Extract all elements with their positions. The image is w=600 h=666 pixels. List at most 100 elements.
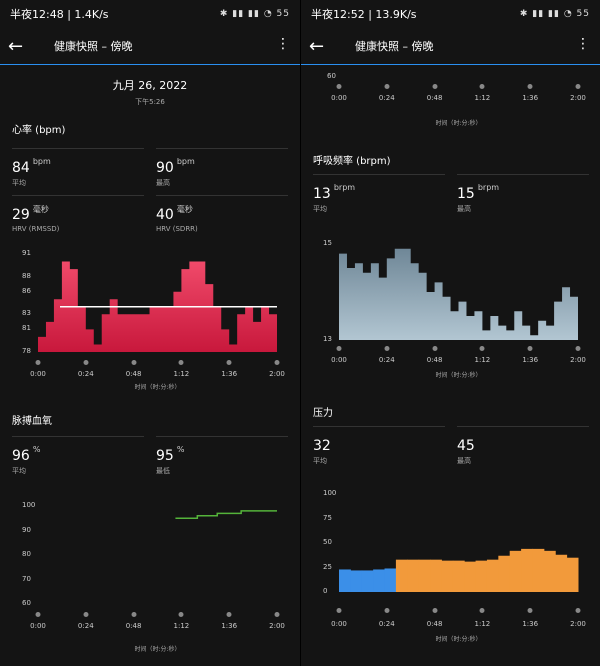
- x-tick-label: 0:48: [125, 622, 142, 630]
- y-tick-label: 100: [323, 489, 337, 497]
- stress-bar: [407, 559, 420, 592]
- stress-bar: [373, 569, 386, 592]
- x-tick-dot: [336, 346, 342, 351]
- x-tick-label: 1:36: [522, 356, 539, 364]
- heart-rate-title: 心率 (bpm): [12, 125, 66, 136]
- back-arrow-icon[interactable]: ←: [309, 36, 339, 57]
- spo2-line: [175, 510, 277, 519]
- scrolled-chart-axis: 60 0:00 0:24 0:48 1:12 1:36 2:00 时间（时:分:秒）: [301, 66, 600, 136]
- y-tick-label: 78: [22, 347, 31, 355]
- stress-bar: [509, 550, 522, 592]
- resp-avg-value: 13: [313, 186, 331, 202]
- resp-chart: 13 15 0:00 0:24 0:48 1:12 1:36 2:00 时间（时:分:秒）: [301, 234, 600, 382]
- x-tick-dot: [35, 612, 41, 617]
- x-tick-label: 0:00: [30, 370, 46, 378]
- spo2-min-label: 最低: [156, 467, 170, 475]
- x-tick-label: 1:12: [474, 356, 491, 364]
- x-tick-label: 1:12: [173, 370, 190, 378]
- x-tick-dot: [479, 84, 485, 89]
- x-tick-dot: [575, 84, 581, 89]
- x-tick-label: 0:24: [77, 622, 94, 630]
- page-title: 健康快照 – 傍晚: [355, 40, 434, 53]
- stress-bar: [395, 559, 408, 592]
- stress-title: 压力: [313, 408, 333, 419]
- heart-rate-plot: [38, 261, 277, 352]
- stress-chart: 0 25 50 75 100 0:00 0:24 0:48 1:12 1:36 2:00 时间（时:分…: [301, 486, 600, 652]
- stress-bar: [566, 557, 579, 592]
- hr-avg-value: 84: [12, 160, 30, 176]
- heart-rate-chart: 78 81 83 86 88 91 0:00 0:24 0:48 1:12 1:36 2:00 时间（时…: [0, 248, 300, 391]
- page-title: 健康快照 – 傍晚: [54, 40, 133, 53]
- resp-max-label: 最高: [457, 205, 471, 213]
- status-icons: ✱ ▮▮ ▮▮ ◔ 55: [519, 9, 590, 19]
- hrv-rmssd-stat: 29 毫秒 HRV (RMSSD): [12, 195, 144, 242]
- x-tick-label: 2:00: [570, 356, 586, 364]
- stress-avg-label: 平均: [313, 457, 327, 465]
- x-tick-label: 1:12: [474, 620, 491, 628]
- y-tick-label: 70: [22, 574, 31, 583]
- resp-avg-unit: brpm: [333, 183, 356, 192]
- x-tick-dot: [178, 612, 184, 617]
- x-tick-dot: [432, 346, 438, 351]
- stress-bar: [384, 568, 397, 592]
- x-tick-label: 1:36: [522, 620, 539, 628]
- stress-bar: [350, 570, 363, 592]
- x-tick-label: 1:36: [221, 370, 238, 378]
- x-tick-dot: [432, 84, 438, 89]
- status-time: 半夜12:48 | 1.4K/s: [10, 8, 109, 21]
- x-tick-label: 0:24: [378, 356, 395, 364]
- left-screen: 半夜12:48 | 1.4K/s ✱ ▮▮ ▮▮ ◔ 55 ← 健康快照 – 傍…: [0, 0, 300, 666]
- stress-bar: [464, 561, 477, 592]
- x-tick-dot: [178, 360, 184, 365]
- x-tick-label: 0:00: [30, 622, 46, 630]
- spo2-min-stat: 95% 最低: [156, 436, 288, 483]
- appbar-divider: [0, 64, 300, 65]
- x-tick-label: 1:12: [173, 622, 190, 630]
- x-tick-dot: [226, 612, 232, 617]
- hr-max-stat: 90 bpm 最高: [156, 148, 288, 195]
- x-tick-dot: [83, 612, 89, 617]
- spo2-plot: [175, 510, 277, 519]
- x-tick-dot: [527, 346, 533, 351]
- spo2-avg-value: 96: [12, 448, 30, 464]
- x-axis-name: 时间（时:分:秒）: [435, 120, 482, 127]
- x-axis-name: 时间（时:分:秒）: [435, 372, 482, 379]
- snapshot-time: 下午5:26: [135, 98, 165, 106]
- x-tick-dot: [575, 608, 581, 613]
- y-tick-label: 88: [22, 271, 31, 280]
- x-tick-dot: [384, 346, 390, 351]
- x-tick-label: 1:36: [221, 622, 238, 630]
- stress-bar: [475, 560, 488, 592]
- status-bar: 半夜12:48 | 1.4K/s ✱ ▮▮ ▮▮ ◔ 55: [0, 0, 300, 28]
- stress-bar: [361, 570, 374, 592]
- hr-max-label: 最高: [156, 179, 170, 187]
- x-tick-label: 0:24: [77, 370, 94, 378]
- hr-max-unit: bpm: [176, 157, 195, 166]
- y-tick-label: 60: [327, 72, 336, 80]
- resp-max-unit: brpm: [477, 183, 500, 192]
- y-tick-label: 60: [22, 599, 31, 607]
- right-screen: 半夜12:52 | 13.9K/s ✱ ▮▮ ▮▮ ◔ 55 ← 健康快照 – …: [300, 0, 600, 666]
- x-tick-dot: [274, 612, 280, 617]
- spo2-min-value: 95: [156, 448, 174, 464]
- spo2-min-unit: %: [176, 445, 185, 454]
- spo2-avg-label: 平均: [12, 467, 26, 475]
- hrv-sdrr-unit: 毫秒: [176, 205, 193, 214]
- spo2-avg-stat: 96% 平均: [12, 436, 144, 483]
- hr-avg-stat: 84 bpm 平均: [12, 148, 144, 195]
- stress-bar: [452, 560, 465, 592]
- stress-bar: [486, 559, 499, 592]
- app-bar: ← 健康快照 – 傍晚 ⋮: [301, 28, 600, 64]
- resp-max-stat: 15 brpm 最高: [457, 174, 589, 221]
- more-options-icon[interactable]: ⋮: [276, 36, 290, 52]
- x-tick-dot: [226, 360, 232, 365]
- x-tick-dot: [131, 360, 137, 365]
- y-tick-label: 100: [22, 501, 36, 509]
- hrv-rmssd-unit: 毫秒: [32, 205, 49, 214]
- y-tick-label: 75: [323, 513, 332, 522]
- stress-bar: [441, 560, 454, 592]
- more-options-icon[interactable]: ⋮: [576, 36, 590, 52]
- back-arrow-icon[interactable]: ←: [8, 36, 38, 57]
- y-tick-label: 0: [323, 587, 328, 595]
- x-tick-dot: [336, 608, 342, 613]
